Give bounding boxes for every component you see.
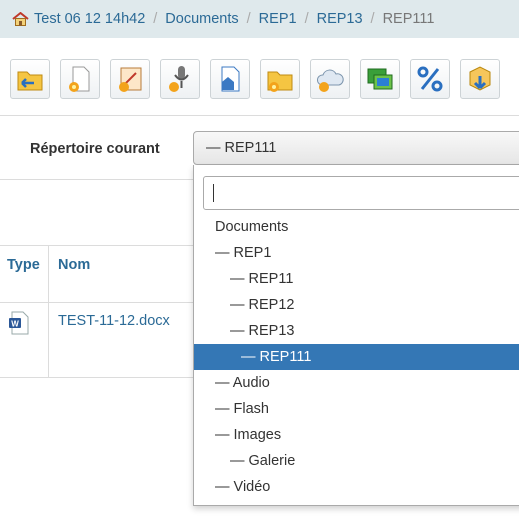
- new-document-button[interactable]: [60, 59, 100, 99]
- audio-record-button[interactable]: [160, 59, 200, 99]
- dropdown-option[interactable]: — REP111: [194, 344, 519, 370]
- breadcrumb-item-rep13[interactable]: REP13: [317, 11, 363, 27]
- breadcrumb-separator: /: [304, 11, 309, 27]
- text-cursor: [213, 184, 214, 202]
- word-document-icon: W: [9, 311, 29, 335]
- folder-up-button[interactable]: [10, 59, 50, 99]
- column-header-type[interactable]: Type: [7, 257, 40, 273]
- download-box-icon: [469, 66, 491, 91]
- cloud-icon: [316, 69, 344, 92]
- divider: [0, 179, 194, 180]
- current-directory-label: Répertoire courant: [30, 141, 160, 157]
- images-icon: [367, 68, 393, 90]
- images-button[interactable]: [360, 59, 400, 99]
- svg-text:W: W: [11, 320, 19, 329]
- column-header-name[interactable]: Nom: [58, 257, 90, 273]
- dropdown-option[interactable]: — Images: [194, 422, 519, 448]
- breadcrumb-separator: /: [370, 11, 375, 27]
- column-divider: [48, 246, 49, 377]
- download-button[interactable]: [460, 59, 500, 99]
- divider: [0, 245, 194, 246]
- new-drawing-button[interactable]: [110, 59, 150, 99]
- breadcrumb: Test 06 12 14h42 / Documents / REP1 / RE…: [0, 0, 519, 38]
- cloud-button[interactable]: [310, 59, 350, 99]
- home-document-icon: [221, 66, 240, 92]
- audio-record-icon: [169, 66, 189, 92]
- dropdown-option[interactable]: Documents: [194, 214, 519, 240]
- dropdown-option[interactable]: — REP12: [194, 292, 519, 318]
- new-folder-icon: [267, 71, 293, 92]
- breadcrumb-item-root[interactable]: Test 06 12 14h42: [34, 11, 145, 27]
- dropdown-search-input[interactable]: [203, 176, 519, 210]
- divider: [0, 115, 519, 116]
- divider: [0, 302, 194, 303]
- breadcrumb-current: REP111: [382, 11, 435, 27]
- current-directory-select[interactable]: — REP111: [193, 131, 519, 165]
- divider: [0, 377, 194, 378]
- new-folder-button[interactable]: [260, 59, 300, 99]
- dropdown-option[interactable]: — Flash: [194, 396, 519, 422]
- file-name-link[interactable]: TEST-11-12.docx: [58, 313, 170, 329]
- breadcrumb-separator: /: [153, 11, 158, 27]
- toolbar: [10, 59, 510, 99]
- breadcrumb-item-documents[interactable]: Documents: [165, 11, 238, 27]
- dropdown-option[interactable]: — Vidéo: [194, 474, 519, 500]
- breadcrumb-separator: /: [246, 11, 251, 27]
- quota-percent-icon: [417, 66, 443, 92]
- new-drawing-icon: [119, 67, 142, 92]
- home-icon[interactable]: [12, 12, 29, 26]
- dropdown-option[interactable]: — REP1: [194, 240, 519, 266]
- dropdown-option[interactable]: — REP13: [194, 318, 519, 344]
- dropdown-options-list: Documents — REP1— REP11— REP12— REP13— RE…: [194, 214, 519, 500]
- breadcrumb-item-rep1[interactable]: REP1: [259, 11, 297, 27]
- quota-button[interactable]: [410, 59, 450, 99]
- new-document-icon: [69, 66, 90, 92]
- folder-up-icon: [17, 71, 43, 91]
- home-document-button[interactable]: [210, 59, 250, 99]
- dropdown-option[interactable]: — Audio: [194, 370, 519, 396]
- dropdown-option[interactable]: — Galerie: [194, 448, 519, 474]
- directory-dropdown: Documents — REP1— REP11— REP12— REP13— RE…: [193, 165, 519, 506]
- dropdown-option[interactable]: — REP11: [194, 266, 519, 292]
